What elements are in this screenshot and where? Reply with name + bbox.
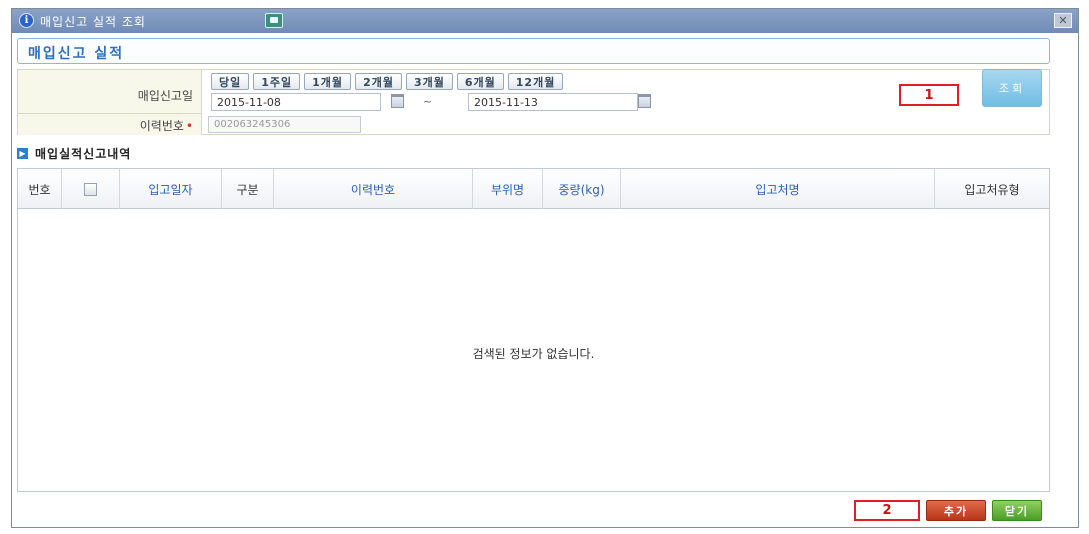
list-title: ▶ 매입실적신고내역 [17, 145, 131, 162]
history-label-text: 이력번호 [139, 119, 184, 133]
add-button[interactable]: 추가 [926, 500, 986, 521]
column-header-history-no[interactable]: 이력번호 [274, 169, 473, 209]
search-button[interactable]: 조회 [982, 69, 1042, 107]
date-label-text: 매입신고일 [137, 89, 193, 103]
history-number-input[interactable]: 002063245306 [208, 116, 361, 133]
range-button-3months[interactable]: 3개월 [405, 73, 453, 90]
range-button-2months[interactable]: 2개월 [355, 73, 402, 90]
section-title: 매입신고 실적 [17, 38, 1050, 64]
column-header-date[interactable]: 입고일자 [120, 169, 222, 209]
annotation-marker-2: 2 [854, 500, 920, 521]
range-button-1month[interactable]: 1개월 [304, 73, 352, 90]
date-label: 매입신고일 [18, 70, 202, 114]
range-button-6months[interactable]: 6개월 [456, 73, 504, 90]
end-date-input[interactable]: 2015-11-13 [468, 93, 638, 111]
range-button-today[interactable]: 당일 [211, 73, 250, 90]
column-header-select [62, 169, 120, 209]
arrow-right-icon: ▶ [17, 148, 28, 159]
select-all-checkbox[interactable] [84, 182, 97, 196]
annotation-marker-1: 1 [899, 84, 959, 106]
column-header-type[interactable]: 구분 [222, 169, 274, 209]
title-bar: i 매입신고 실적 조회 ✕ [12, 9, 1078, 33]
calendar-icon[interactable] [391, 94, 404, 108]
results-grid: 번호 입고일자 구분 이력번호 부위명 중량(kg) 입고처명 입고처유형 검색… [17, 168, 1050, 492]
date-range-separator: ~ [423, 95, 433, 108]
close-icon[interactable]: ✕ [1054, 13, 1072, 28]
calendar-icon[interactable] [638, 94, 651, 108]
column-header-weight[interactable]: 중량(kg) [543, 169, 621, 209]
start-date-input[interactable]: 2015-11-08 [211, 93, 381, 111]
empty-message: 검색된 정보가 없습니다. [472, 347, 595, 361]
column-header-supplier-type[interactable]: 입고처유형 [935, 169, 1049, 209]
column-header-no[interactable]: 번호 [18, 169, 62, 209]
info-icon: i [19, 13, 34, 28]
range-button-1week[interactable]: 1주일 [253, 73, 301, 90]
required-mark: • [185, 119, 193, 133]
column-header-part[interactable]: 부위명 [473, 169, 543, 209]
list-title-text: 매입실적신고내역 [35, 147, 132, 161]
close-button[interactable]: 닫기 [992, 500, 1042, 521]
quick-range-buttons: 당일 1주일 1개월 2개월 3개월 6개월 12개월 [211, 73, 564, 90]
history-label: 이력번호 • [18, 114, 202, 135]
print-icon[interactable] [265, 13, 283, 28]
column-header-supplier[interactable]: 입고처명 [621, 169, 935, 209]
search-form: 매입신고일 이력번호 • 당일 1주일 1개월 2개월 3개월 6개월 12개월 … [17, 69, 1050, 135]
range-button-12months[interactable]: 12개월 [507, 73, 564, 90]
window-title: 매입신고 실적 조회 [40, 15, 146, 29]
grid-header: 번호 입고일자 구분 이력번호 부위명 중량(kg) 입고처명 입고처유형 [18, 169, 1049, 209]
